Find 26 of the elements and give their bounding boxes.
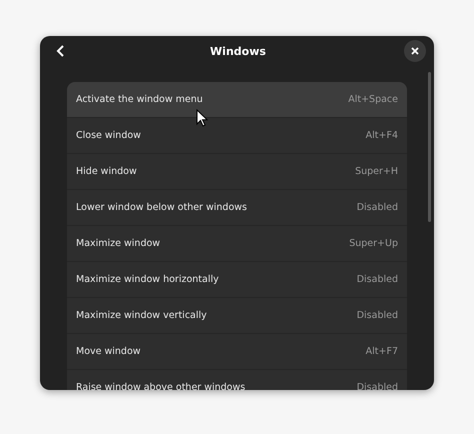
shortcut-keys: Disabled <box>356 202 398 213</box>
close-icon <box>410 47 419 55</box>
shortcut-name: Maximize window <box>76 238 160 249</box>
shortcut-row[interactable]: Activate the window menu Alt+Space <box>67 82 407 117</box>
shortcut-name: Maximize window vertically <box>76 310 207 321</box>
shortcut-name: Activate the window menu <box>76 94 203 105</box>
shortcut-name: Close window <box>76 130 141 141</box>
shortcut-row[interactable]: Raise window above other windows Disabled <box>67 369 407 390</box>
shortcut-name: Hide window <box>76 166 137 177</box>
pointer-icon <box>196 109 208 127</box>
shortcut-keys: Disabled <box>356 382 398 390</box>
shortcut-name: Move window <box>76 346 141 357</box>
shortcut-keys: Disabled <box>356 310 398 321</box>
shortcut-keys: Alt+F4 <box>366 130 398 141</box>
close-button[interactable] <box>404 40 426 62</box>
shortcut-keys: Disabled <box>356 274 398 285</box>
shortcut-name: Lower window below other windows <box>76 202 247 213</box>
shortcut-name: Raise window above other windows <box>76 382 246 390</box>
chevron-left-icon <box>56 45 66 57</box>
window-title: Windows <box>210 44 266 58</box>
shortcut-keys: Alt+Space <box>348 94 398 105</box>
shortcut-keys: Super+Up <box>349 238 398 249</box>
shortcut-keys: Alt+F7 <box>366 346 398 357</box>
shortcut-keys: Super+H <box>355 166 398 177</box>
shortcut-name: Maximize window horizontally <box>76 274 219 285</box>
scrollbar[interactable] <box>428 72 431 222</box>
